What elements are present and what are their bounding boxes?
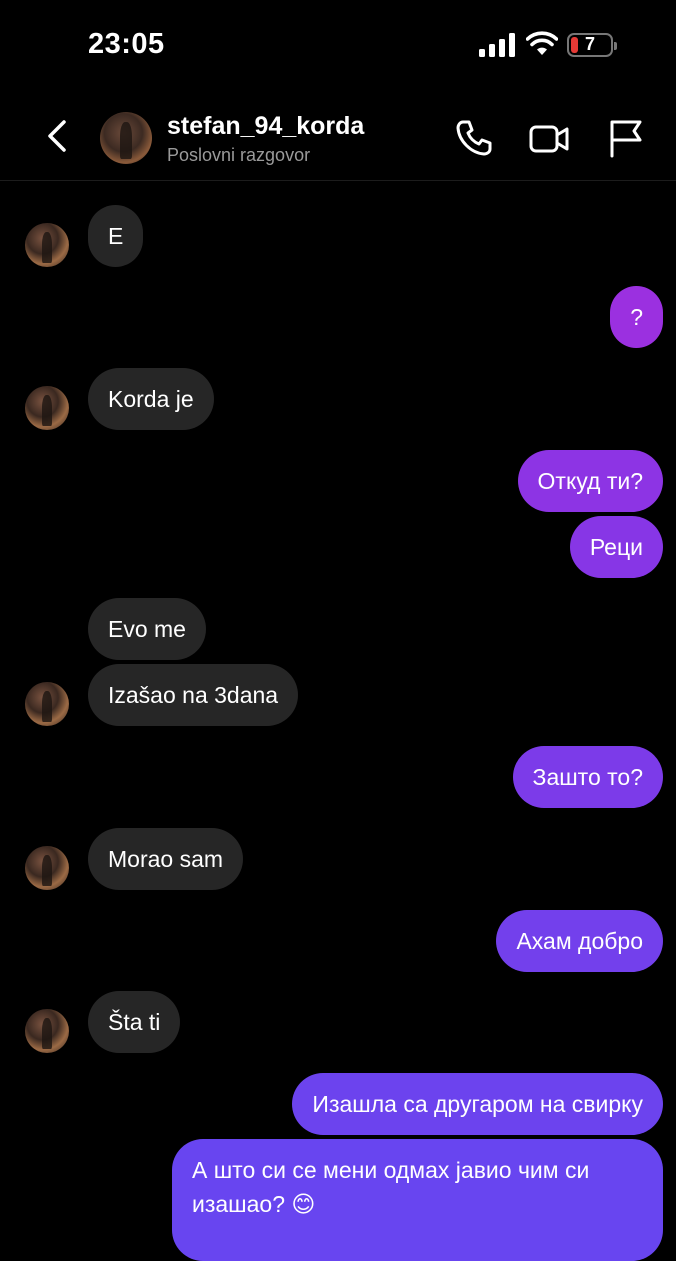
message-outgoing[interactable]: Ахам добро xyxy=(496,910,663,972)
sender-avatar[interactable] xyxy=(25,682,69,726)
message-outgoing[interactable]: Зашто то? xyxy=(512,746,663,808)
message-incoming[interactable]: Korda je xyxy=(88,368,214,430)
message-outgoing[interactable]: Изашла са другаром на свирку xyxy=(292,1073,663,1135)
cellular-signal-icon xyxy=(479,33,515,57)
video-call-icon[interactable] xyxy=(529,118,569,158)
status-bar: 23:05 7 xyxy=(0,0,676,90)
message-outgoing[interactable]: Реци xyxy=(569,516,663,578)
message-incoming[interactable]: Evo me xyxy=(88,598,206,660)
message-incoming[interactable]: Izašao na 3dana xyxy=(88,664,299,726)
sender-avatar[interactable] xyxy=(25,1009,69,1053)
chat-header: stefan_94_korda Poslovni razgovor xyxy=(0,90,676,181)
battery-level: 7 xyxy=(584,34,595,54)
sender-avatar[interactable] xyxy=(25,386,69,430)
message-outgoing[interactable]: А што си се мени одмах јавио чим си изаш… xyxy=(172,1139,663,1261)
message-outgoing[interactable]: ? xyxy=(610,286,663,348)
phone-call-icon[interactable] xyxy=(454,118,494,158)
status-time: 23:05 xyxy=(88,28,165,60)
contact-username[interactable]: stefan_94_korda xyxy=(167,112,364,141)
battery-indicator: 7 xyxy=(567,33,617,57)
report-flag-icon[interactable] xyxy=(606,118,646,158)
back-icon[interactable] xyxy=(40,116,74,156)
contact-avatar[interactable] xyxy=(100,112,152,164)
wifi-icon xyxy=(526,31,558,55)
sender-avatar[interactable] xyxy=(25,846,69,890)
message-incoming[interactable]: E xyxy=(88,205,144,267)
message-incoming[interactable]: Šta ti xyxy=(88,991,181,1053)
sender-avatar[interactable] xyxy=(25,223,69,267)
conversation-label: Poslovni razgovor xyxy=(167,145,311,165)
message-incoming[interactable]: Morao sam xyxy=(88,828,244,890)
message-outgoing[interactable]: Откуд ти? xyxy=(517,450,663,512)
